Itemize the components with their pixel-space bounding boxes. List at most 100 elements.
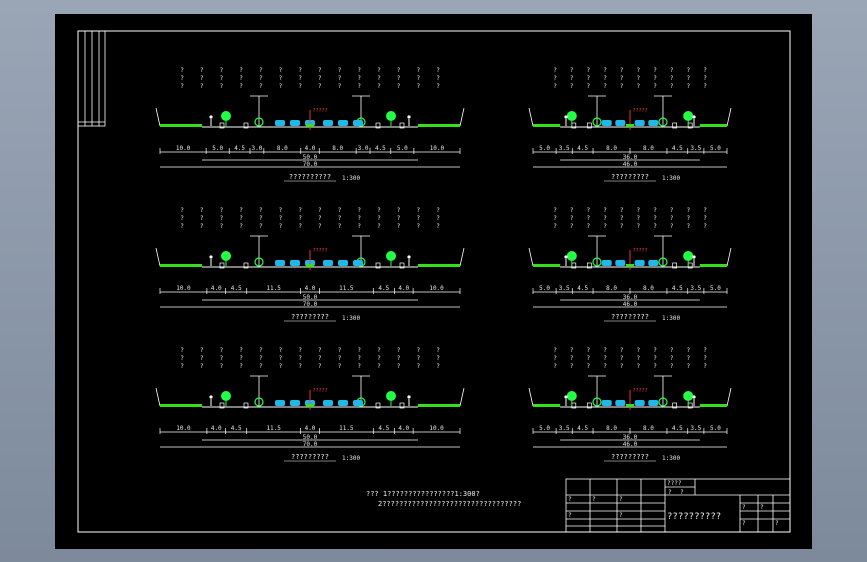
dimension-label: 10.0	[430, 145, 445, 152]
note-line-2: 2?????????????????????????????????	[378, 500, 521, 508]
annotation-mark: ?	[298, 83, 302, 90]
annotation-mark: ?	[298, 363, 302, 370]
title-block-cell: ?	[680, 489, 684, 496]
slope-left	[528, 247, 534, 267]
dimension-label: 10.0	[429, 425, 444, 432]
annotation-mark: ?	[397, 363, 401, 370]
dimension-label: 3.5	[690, 425, 701, 432]
annotation-mark: ?	[357, 67, 361, 74]
annotation-mark: ?	[298, 75, 302, 82]
annotation-mark: ?	[259, 215, 263, 222]
dimension-label: 8.0	[643, 145, 654, 152]
pedestrian-icon	[692, 255, 696, 259]
section-caption: ?????????	[291, 453, 329, 461]
dimension-label: 3.5	[559, 145, 570, 152]
center-label: ?????	[312, 108, 327, 114]
annotation-mark: ?	[670, 363, 674, 370]
annotation-mark: ?	[637, 355, 641, 362]
annotation-mark: ?	[687, 215, 691, 222]
annotation-mark: ?	[338, 363, 342, 370]
dimension-label: 4.5	[231, 285, 242, 292]
annotation-mark: ?	[637, 215, 641, 222]
annotation-mark: ?	[180, 355, 184, 362]
section-caption: ??????????	[289, 173, 331, 181]
dimension-label: 8.0	[332, 145, 343, 152]
annotation-mark: ?	[298, 223, 302, 230]
slope-left	[155, 107, 161, 127]
inner-total-label: 36.0	[623, 294, 638, 301]
annotation-mark: ?	[703, 207, 707, 214]
annotation-mark: ?	[180, 83, 184, 90]
road-section: ????????????????????????????????????????…	[155, 347, 465, 462]
annotation-mark: ?	[200, 207, 204, 214]
vehicle-icon	[323, 120, 333, 126]
annotation-mark: ?	[603, 75, 607, 82]
title-block-cell: ?	[619, 496, 623, 503]
pedestrian-icon	[407, 255, 411, 259]
annotation-mark: ?	[653, 355, 657, 362]
vehicle-icon	[601, 120, 612, 126]
vehicle-icon	[615, 260, 626, 266]
annotation-mark: ?	[239, 75, 243, 82]
annotation-mark: ?	[436, 75, 440, 82]
dimension-label: 3.0	[252, 145, 263, 152]
annotation-mark: ?	[436, 347, 440, 354]
green-belt-right	[699, 124, 727, 127]
scale-label: 1:300	[662, 315, 680, 322]
annotation-mark: ?	[653, 207, 657, 214]
vehicle-icon	[290, 120, 300, 126]
dimension-label: 3.5	[690, 285, 701, 292]
annotation-mark: ?	[416, 223, 420, 230]
pedestrian-icon	[564, 255, 568, 259]
annotation-mark: ?	[670, 67, 674, 74]
annotation-mark: ?	[298, 355, 302, 362]
annotation-mark: ?	[687, 67, 691, 74]
annotation-mark: ?	[338, 67, 342, 74]
annotation-mark: ?	[416, 67, 420, 74]
annotation-mark: ?	[570, 215, 574, 222]
pedestrian-icon	[209, 395, 213, 399]
outer-frame	[77, 30, 791, 533]
annotation-mark: ?	[587, 347, 591, 354]
tree-icon	[683, 251, 694, 261]
slope-left	[155, 387, 161, 407]
annotation-mark: ?	[637, 75, 641, 82]
annotation-mark: ?	[318, 215, 322, 222]
dimension-label: 4.5	[672, 425, 683, 432]
annotation-mark: ?	[653, 347, 657, 354]
annotation-mark: ?	[653, 363, 657, 370]
annotation-mark: ?	[259, 347, 263, 354]
inner-total-label: 50.0	[303, 434, 318, 441]
annotation-mark: ?	[279, 347, 283, 354]
annotation-mark: ?	[338, 355, 342, 362]
dimension-label: 4.5	[577, 425, 588, 432]
annotation-mark: ?	[620, 83, 624, 90]
cad-viewport[interactable]: ????????????????????????????????????????…	[0, 0, 867, 562]
dimension-label: 4.5	[672, 285, 683, 292]
tree-icon	[386, 111, 396, 121]
slope-right	[726, 387, 732, 407]
dimension-label: 10.0	[176, 285, 191, 292]
scale-label: 1:300	[662, 175, 680, 182]
dimension-label: 8.0	[606, 425, 617, 432]
annotation-mark: ?	[587, 83, 591, 90]
annotation-mark: ?	[703, 215, 707, 222]
dimension-label: 8.0	[643, 285, 654, 292]
annotation-mark: ?	[670, 355, 674, 362]
annotation-mark: ?	[703, 83, 707, 90]
annotation-mark: ?	[377, 223, 381, 230]
annotation-mark: ?	[587, 355, 591, 362]
green-belt-right	[418, 124, 460, 127]
annotation-mark: ?	[670, 223, 674, 230]
annotation-mark: ?	[279, 215, 283, 222]
dimension-label: 4.5	[577, 285, 588, 292]
annotation-mark: ?	[653, 215, 657, 222]
dimension-label: 8.0	[277, 145, 288, 152]
annotation-mark: ?	[703, 223, 707, 230]
annotation-mark: ?	[416, 355, 420, 362]
annotation-mark: ?	[318, 75, 322, 82]
annotation-mark: ?	[357, 83, 361, 90]
dimension-label: 8.0	[606, 285, 617, 292]
vehicle-icon	[353, 400, 363, 406]
median-strip	[626, 404, 634, 407]
